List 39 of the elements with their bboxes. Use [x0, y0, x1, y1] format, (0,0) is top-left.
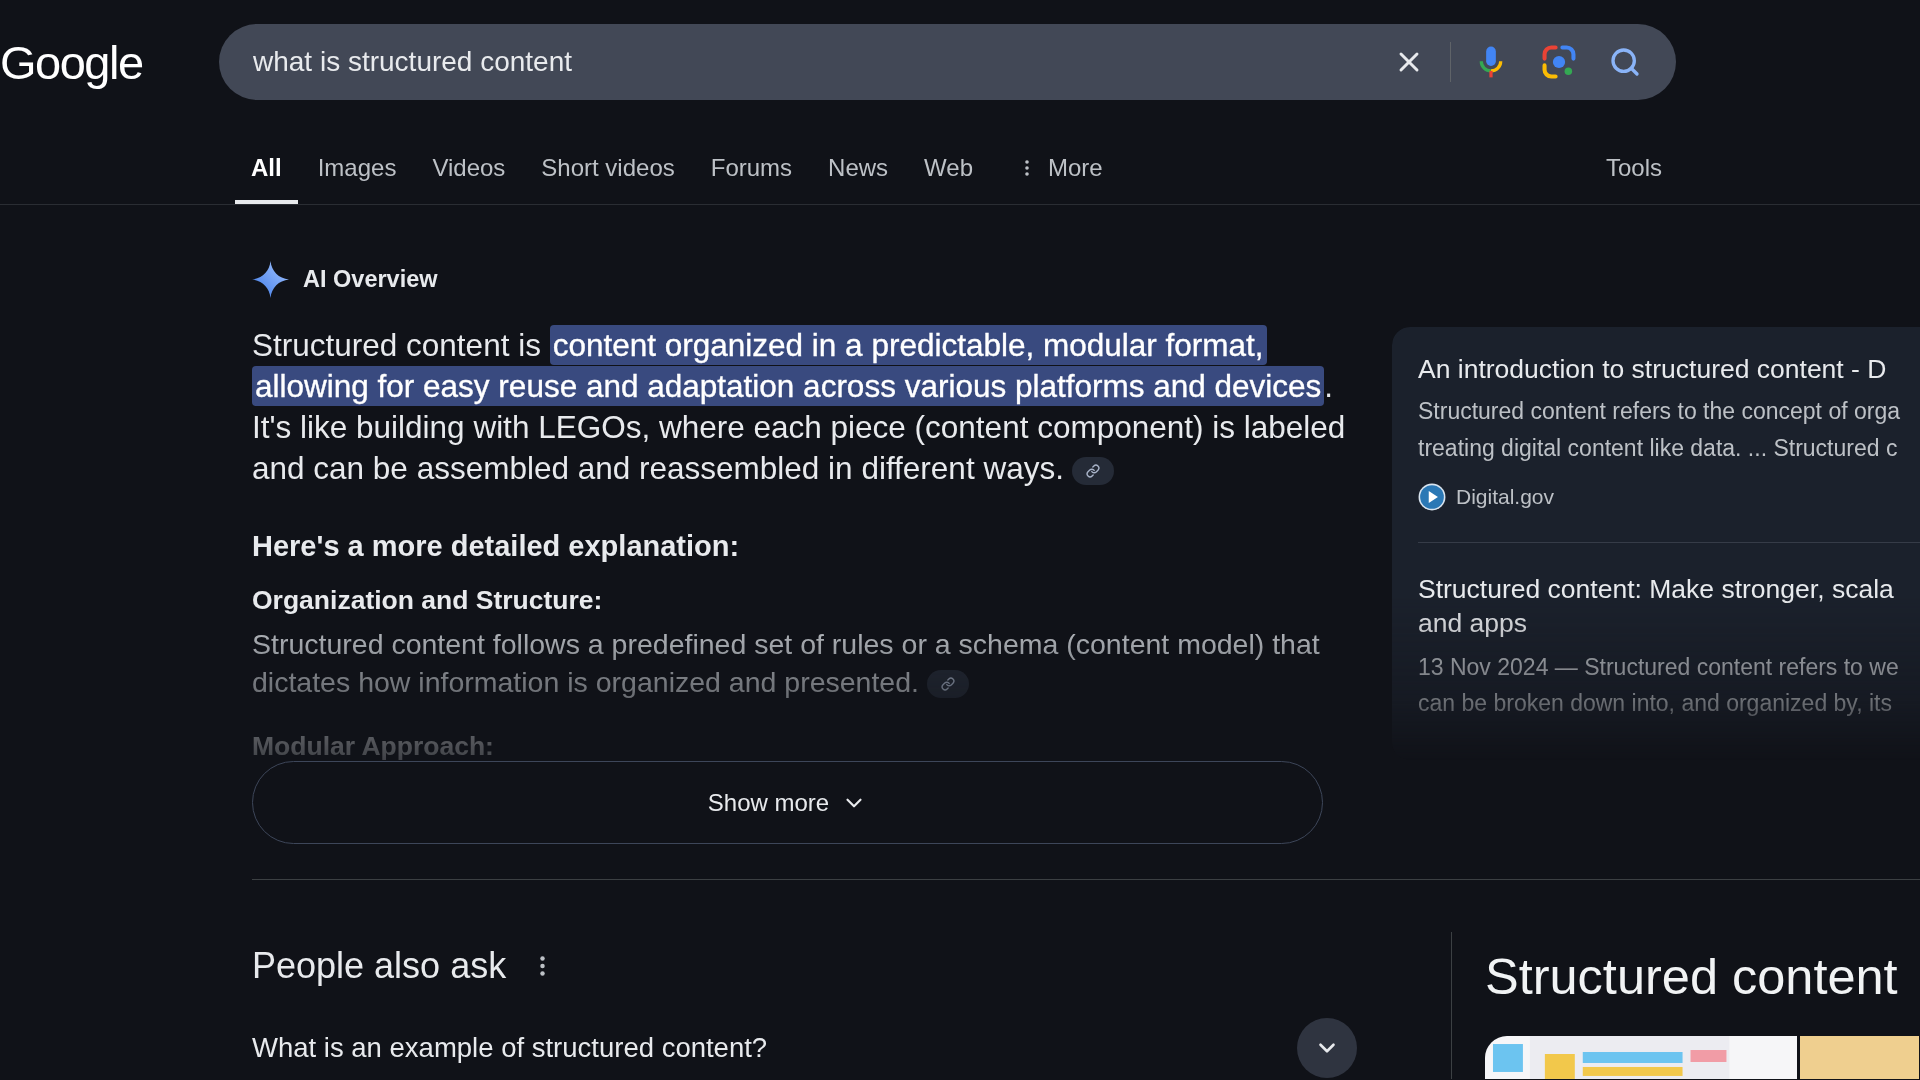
- image-search-button[interactable]: [1542, 45, 1576, 79]
- vertical-dots-icon: [1025, 160, 1029, 176]
- search-tab[interactable]: Web: [908, 132, 989, 204]
- explanation-heading: Here's a more detailed explanation:: [252, 529, 741, 563]
- search-bar[interactable]: what is structured content: [219, 24, 1676, 100]
- knowledge-panel-title: Structured content: [1485, 951, 1899, 1003]
- search-tab[interactable]: News: [812, 132, 905, 204]
- play-favicon-icon: [1418, 483, 1446, 511]
- options-button[interactable]: [540, 956, 546, 976]
- point-title: Organization and Structure:: [252, 585, 604, 615]
- link-icon: [941, 677, 955, 692]
- link-icon: [1085, 463, 1100, 478]
- search-tab[interactable]: All: [235, 132, 298, 204]
- source-site-name: Digital.gov: [1456, 485, 1555, 509]
- point-title: Modular Approach:: [252, 731, 495, 761]
- search-tab[interactable]: Videos: [416, 132, 522, 204]
- point-text: Structured content follows a predefined set of rules or a schema (content model) that dictates how information is organized and presented.: [252, 627, 1321, 701]
- sparkle-icon: [252, 260, 289, 298]
- search-button[interactable]: [1608, 45, 1642, 79]
- search-tab[interactable]: More: [993, 132, 1119, 204]
- tools-button[interactable]: Tools: [1591, 132, 1676, 204]
- people-also-ask-title: People also ask: [252, 946, 507, 986]
- search-tab[interactable]: Forums: [694, 132, 809, 204]
- search-tab[interactable]: Short videos: [525, 132, 691, 204]
- camera-lens-icon: [1542, 45, 1576, 79]
- question-text[interactable]: What is an example of structured content?: [252, 1032, 768, 1064]
- search-input[interactable]: what is structured content: [253, 46, 1372, 78]
- ai-overview-title: AI Overview: [303, 265, 438, 293]
- source-title-link[interactable]: An introduction to structured content - D: [1418, 354, 1920, 384]
- link-chip[interactable]: [927, 670, 969, 699]
- source-snippet: 13 Nov 2024 — Structured content refers to we can be broken down into, and organized by, its: [1418, 653, 1900, 718]
- source-snippet: Structured content refers to the concept of orga treating digital content like data. ... Structured c: [1418, 397, 1901, 463]
- overview-summary: Structured content is content organized in a predictable, modular format, allowing for easy reuse and adaptation across various platforms and devices. It's like building with LEGOs, where each piece (content component) is labeled and can be assembled and reassembled in different ways.: [252, 325, 1347, 488]
- search-icon: [1609, 46, 1641, 78]
- source-title-link[interactable]: Structured content: Make stronger, scala and apps: [1418, 572, 1920, 640]
- link-chip[interactable]: [1071, 456, 1114, 485]
- vertical-dots-icon: [540, 956, 546, 976]
- search-tab[interactable]: Images: [301, 132, 413, 204]
- microphone-icon: [1478, 45, 1504, 79]
